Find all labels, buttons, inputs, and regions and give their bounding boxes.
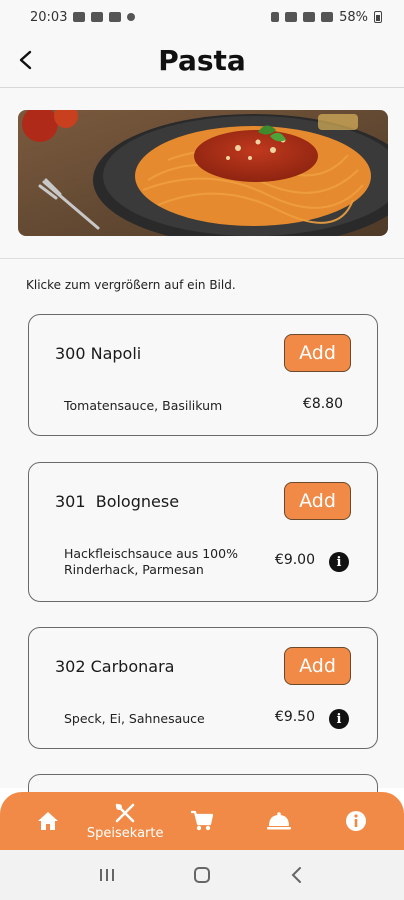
add-button[interactable]: Add xyxy=(284,334,351,372)
description-line: Hackfleischsauce aus 100% xyxy=(64,546,238,561)
dot-notification-icon xyxy=(127,13,136,21)
bottom-navigation: Speisekarte xyxy=(0,792,404,850)
mute-icon xyxy=(285,12,298,22)
menu-item-card[interactable]: 300 Napoli Add Tomatensauce, Basilikum €… xyxy=(28,314,378,436)
status-bar: 20:03 58% xyxy=(0,0,404,34)
battery-icon xyxy=(374,11,382,23)
nav-label: Speisekarte xyxy=(86,825,164,841)
recent-apps-icon xyxy=(100,869,115,881)
home-system-button[interactable] xyxy=(182,855,222,895)
menu-item-price: €8.80 xyxy=(302,396,343,412)
spaghetti-plate-image xyxy=(18,110,388,236)
chevron-left-icon xyxy=(19,50,32,70)
info-icon[interactable]: i xyxy=(329,709,349,729)
square-home-icon xyxy=(193,867,210,883)
cart-icon xyxy=(190,810,214,831)
cloud-notification-icon xyxy=(109,12,122,22)
signal-icon xyxy=(321,12,334,22)
nav-cart[interactable] xyxy=(167,796,237,846)
status-right: 58% xyxy=(271,10,382,25)
info-icon[interactable]: i xyxy=(329,552,349,572)
image-hint-text: Klicke zum vergrößern auf ein Bild. xyxy=(26,278,236,292)
cutlery-icon xyxy=(115,803,135,822)
menu-item-name: 300 Napoli xyxy=(55,344,142,363)
pasta-hero-image[interactable] xyxy=(18,110,388,236)
home-icon xyxy=(38,812,59,830)
page-title: Pasta xyxy=(158,44,246,77)
app-header: Pasta xyxy=(0,34,404,88)
back-button[interactable] xyxy=(8,42,44,78)
main-content: Klicke zum vergrößern auf ein Bild. 300 … xyxy=(0,88,404,834)
menu-item-description: Speck, Ei, Sahnesauce xyxy=(64,711,205,726)
nav-orders[interactable] xyxy=(244,796,314,846)
cloche-icon xyxy=(266,812,291,830)
recent-apps-button[interactable] xyxy=(87,855,127,895)
system-back-button[interactable] xyxy=(277,855,317,895)
description-line: Rinderhack, Parmesan xyxy=(64,562,204,577)
wifi-icon xyxy=(303,12,316,22)
add-button[interactable]: Add xyxy=(284,647,351,685)
nav-speisekarte[interactable]: Speisekarte xyxy=(87,796,163,846)
gallery-notification-icon xyxy=(73,12,86,22)
add-button[interactable]: Add xyxy=(284,482,351,520)
menu-item-description: Hackfleischsauce aus 100% Rinderhack, Pa… xyxy=(64,546,238,578)
menu-item-price: €9.00 xyxy=(274,552,315,568)
nav-info[interactable] xyxy=(321,796,391,846)
battery-percent: 58% xyxy=(339,9,368,25)
nav-home[interactable] xyxy=(13,796,83,846)
menu-item-description: Tomatensauce, Basilikum xyxy=(64,398,223,413)
menu-item-name: 301 Bolognese xyxy=(55,492,180,511)
menu-item-card[interactable]: 301 Bolognese Add Hackfleischsauce aus 1… xyxy=(28,462,378,602)
divider xyxy=(0,258,404,259)
menu-item-card[interactable]: 302 Carbonara Add Speck, Ei, Sahnesauce … xyxy=(28,627,378,749)
status-left: 20:03 xyxy=(30,9,136,25)
menu-item-name: 302 Carbonara xyxy=(55,657,175,676)
system-navigation-bar xyxy=(0,850,404,900)
back-arrow-icon xyxy=(291,867,301,883)
menu-item-price: €9.50 xyxy=(274,709,315,725)
lock-icon xyxy=(271,12,280,22)
cloud-notification-icon xyxy=(91,12,104,22)
info-circle-icon xyxy=(345,811,366,831)
status-time: 20:03 xyxy=(30,9,68,25)
